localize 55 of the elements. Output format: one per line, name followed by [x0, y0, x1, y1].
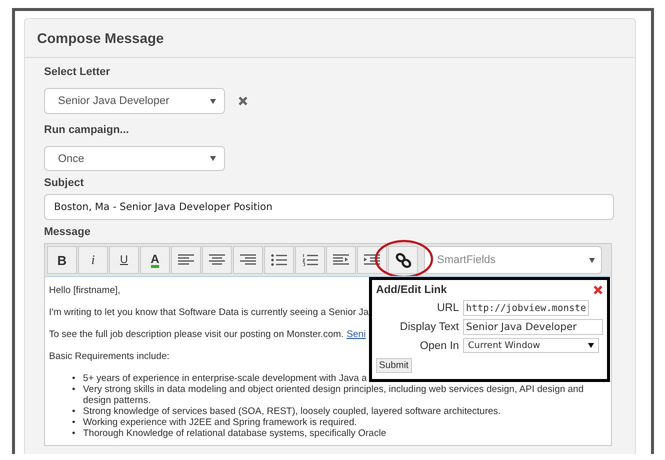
align-center-icon — [209, 254, 225, 266]
letter-select[interactable]: Senior Java Developer — [44, 88, 225, 114]
bullet-marker: • — [72, 428, 76, 439]
requirement-item: Thorough Knowledge of relational database systems, specifically Oracle — [83, 428, 386, 439]
message-paragraph: To see the full job description please visit our posting on Monster.com. — [49, 329, 344, 340]
align-left-icon — [178, 254, 194, 266]
outdent-button[interactable] — [326, 246, 356, 274]
bullet-list-icon — [271, 254, 287, 266]
field-label: Message — [44, 226, 92, 238]
requirement-item: Working experience with J2EE and Spring framework is required. — [83, 417, 357, 428]
chain-link-icon — [394, 252, 412, 268]
requirement-item: Very strong skills in data modeling and object oriented design principles, including web services design, API design and design patterns. — [83, 384, 585, 406]
smartfields-select[interactable]: SmartFields — [424, 246, 602, 274]
text-field[interactable]: Senior Java Developer — [463, 319, 603, 335]
field-label: Select Letter — [44, 66, 112, 78]
indent-icon — [364, 254, 380, 266]
align-center-button[interactable] — [202, 246, 232, 274]
message-paragraph: I'm writing to let you know that Software Data is currently seeing a Senior Ja — [49, 307, 369, 318]
bullet-marker: • — [72, 417, 76, 428]
field-label: URL — [436, 302, 460, 314]
field-label: Open In — [418, 340, 460, 352]
field-label: Display Text — [398, 321, 460, 333]
bullet-marker: • — [72, 373, 76, 384]
close-icon[interactable] — [238, 96, 248, 106]
message-paragraph: Hello [firstname], — [49, 285, 120, 296]
align-right-button[interactable] — [233, 246, 263, 274]
color-button[interactable]: A — [140, 246, 170, 274]
requirement-item: 5+ years of experience in enterprise-scale development with Java a — [83, 373, 367, 384]
field-label: Run campaign... — [44, 124, 130, 136]
message-paragraph: Basic Requirements include: — [49, 351, 170, 362]
close-icon[interactable] — [593, 285, 603, 295]
numbers-button[interactable] — [295, 246, 325, 274]
message-body[interactable] — [44, 276, 612, 446]
bullets-button[interactable] — [264, 246, 294, 274]
requirement-item: Strong knowledge of services based (SOA, REST), loosely coupled, layered software architectures. — [83, 406, 501, 417]
indent-button[interactable] — [357, 246, 387, 274]
align-left-button[interactable] — [171, 246, 201, 274]
bullet-marker: • — [72, 384, 76, 397]
italic-button[interactable]: i — [78, 246, 108, 274]
text-field[interactable]: http://jobview.monste — [463, 300, 590, 316]
posting-link[interactable]: Seni — [346, 329, 366, 340]
bold-button[interactable]: B — [47, 246, 77, 274]
field-label: Subject — [44, 177, 85, 189]
underline-button[interactable]: U — [109, 246, 139, 274]
align-right-icon — [240, 254, 256, 266]
dialog-title: Add/Edit Link — [376, 284, 447, 296]
bullet-marker: • — [72, 406, 76, 417]
numbered-list-icon — [302, 254, 318, 266]
open-in-select[interactable]: Current Window — [463, 338, 599, 353]
link-button[interactable] — [388, 246, 418, 274]
outdent-icon — [333, 254, 349, 266]
panel-title: Compose Message — [37, 30, 164, 46]
subject-field[interactable]: Boston, Ma - Senior Java Developer Position — [44, 194, 614, 220]
campaign-select[interactable]: Once — [44, 146, 225, 171]
submit-button[interactable]: Submit — [376, 358, 412, 373]
